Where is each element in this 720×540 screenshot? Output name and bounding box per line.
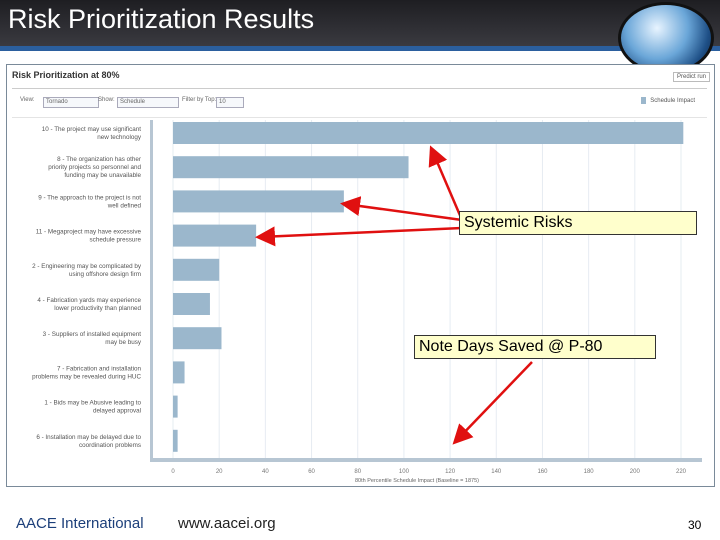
category-label: 2 - Engineering may be complicated by usi…	[32, 263, 142, 278]
category-label: 6 - Installation may be delayed due to co…	[36, 434, 141, 449]
x-tick-label: 40	[262, 469, 269, 475]
bar	[173, 190, 344, 213]
arrow	[255, 226, 463, 247]
category-label: 11 - Megaproject may have excessive sched…	[36, 229, 142, 244]
category-label: 10 - The project may use significant new …	[42, 126, 142, 141]
x-tick-label: 0	[171, 469, 175, 475]
category-label: 9 - The approach to the project is not we…	[38, 194, 141, 209]
bar-chart: 0 20 40 60 80 100 120 140 160 180 200 220 80th Perce…	[32, 120, 702, 484]
arrow	[428, 145, 464, 221]
category-label: 7 - Fabrication and installation problems…	[32, 365, 141, 380]
bar	[173, 258, 220, 281]
bar	[173, 395, 178, 418]
days-saved-callout: Note Days Saved @ P-80	[414, 335, 656, 359]
bar	[173, 293, 210, 315]
x-tick-label: 120	[445, 469, 456, 475]
x-tick-label: 140	[491, 469, 502, 475]
x-tick-label: 180	[584, 469, 595, 475]
x-tick-label: 100	[399, 469, 410, 475]
bar	[173, 224, 257, 247]
bar	[173, 429, 178, 452]
x-tick-label: 60	[308, 469, 315, 475]
x-tick-label: 20	[216, 469, 223, 475]
y-axis-bar	[150, 120, 153, 458]
x-axis-label: 80th Percentile Schedule Impact (Baselin…	[355, 478, 479, 484]
x-tick-label: 220	[676, 469, 687, 475]
x-tick-label: 80	[354, 469, 361, 475]
category-label: 3 - Suppliers of installed equipment may …	[43, 331, 142, 346]
bar	[173, 156, 409, 179]
x-tick-label: 160	[537, 469, 548, 475]
arrow	[452, 361, 533, 445]
x-tick-label: 200	[630, 469, 641, 475]
aace-logo: AACE International	[16, 515, 144, 532]
x-axis-bar	[150, 458, 702, 462]
bar	[173, 327, 222, 350]
category-label: 8 - The organization has other priority p…	[48, 156, 141, 179]
bar	[173, 361, 185, 384]
systemic-risks-callout: Systemic Risks	[459, 211, 697, 235]
bar	[173, 122, 684, 144]
category-label: 1 - Bids may be Abusive leading to delaye…	[44, 400, 141, 415]
page-number: 30	[688, 518, 702, 532]
category-label: 4 - Fabrication yards may experience lowe…	[37, 297, 141, 312]
footer-url[interactable]: www.aacei.org	[178, 515, 276, 532]
